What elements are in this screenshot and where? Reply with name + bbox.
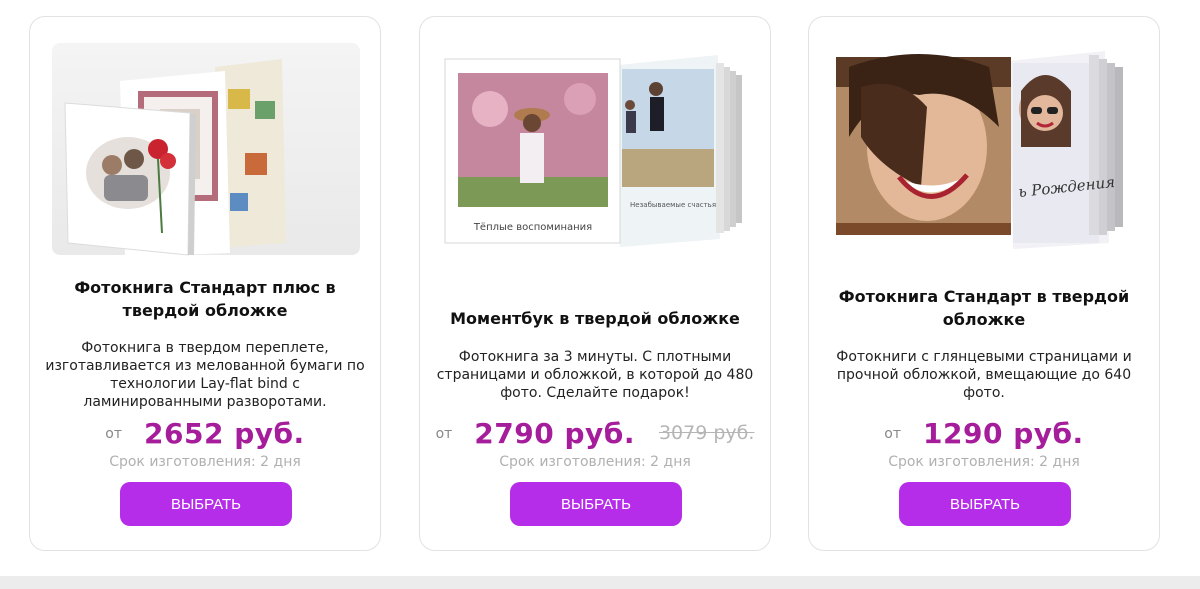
product-card-standard-plus: Фотокнига Стандарт плюс в твердой обложк… [29,16,381,551]
price: 2790 руб. [474,416,635,450]
product-title: Фотокнига Стандарт в твердой обложке [838,287,1130,329]
product-description: Фотокнига в твердом переплете, изготавли… [45,340,365,410]
product-title: Моментбук в твердой обложке [450,309,740,328]
price-row: от 2652 руб. [30,413,380,453]
cover-caption: Тёплые воспоминания [473,222,592,233]
product-card-standard: ь Рождения Фотокнига Стандарт в твердой … [808,16,1160,551]
product-description: Фотокнига за 3 минуты. С плотными страни… [436,349,754,401]
price-row: от 2790 руб. 3079 руб. [420,413,770,453]
select-button[interactable]: ВЫБРАТЬ [899,482,1071,526]
product-description: Фотокниги с глянцевыми страницами и проч… [836,349,1132,401]
price: 1290 руб. [923,416,1084,450]
section-divider [0,576,1200,589]
product-image[interactable]: ь Рождения [809,47,1159,252]
price-prefix: от [105,426,123,442]
product-image[interactable]: Незабываемые счастья Тёплые воспоминания [420,49,770,249]
production-term: Срок изготовления: 2 дня [499,454,691,470]
select-button[interactable]: ВЫБРАТЬ [120,482,292,526]
production-term: Срок изготовления: 2 дня [109,454,301,470]
production-term: Срок изготовления: 2 дня [888,454,1080,470]
price: 2652 руб. [144,416,305,450]
page-caption: Незабываемые счастья [630,201,716,209]
select-button[interactable]: ВЫБРАТЬ [510,482,682,526]
product-image[interactable] [30,43,380,257]
photobook-image: Незабываемые счастья Тёплые воспоминания [444,55,742,247]
photobook-image [52,43,360,257]
photobook-image: ь Рождения [836,51,1123,249]
old-price: 3079 руб. [658,422,755,444]
product-card-momentbook: Незабываемые счастья Тёплые воспоминания… [419,16,771,551]
price-prefix: от [884,426,902,442]
product-title: Фотокнига Стандарт плюс в твердой обложк… [74,278,336,320]
price-prefix: от [435,426,453,442]
price-row: от 1290 руб. [809,413,1159,453]
